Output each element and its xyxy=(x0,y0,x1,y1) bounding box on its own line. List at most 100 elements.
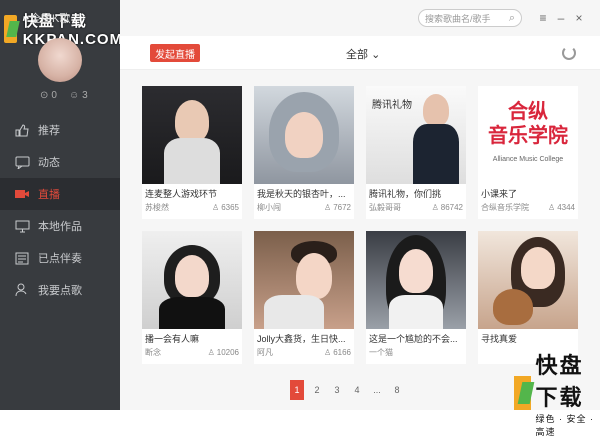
page-button[interactable]: 1 xyxy=(290,380,304,400)
refresh-icon[interactable] xyxy=(562,46,576,60)
start-live-button[interactable]: 发起直播 xyxy=(150,44,200,62)
sidebar-item-request[interactable]: 我要点歌 xyxy=(0,274,120,306)
stat-item: ☺ 3 xyxy=(69,90,88,101)
monitor-icon xyxy=(14,219,30,233)
menu-button[interactable]: ≡ xyxy=(534,11,552,25)
sidebar-nav: 推荐 动态 直播 本地作品 已点伴奏 我要点歌 xyxy=(0,114,120,306)
filter-dropdown[interactable]: 全部 ⌄ xyxy=(346,46,380,62)
search-input[interactable]: 搜索歌曲名/歌手 ⌕ xyxy=(418,9,522,27)
card-title: 我是秋天的银杏叶，... xyxy=(257,189,346,199)
viewers-icon: ♙ xyxy=(207,348,215,357)
sidebar-item-local[interactable]: 本地作品 xyxy=(0,210,120,242)
thumb-logo-subtext: Alliance Music College xyxy=(492,156,564,163)
card-user: 阿凡 xyxy=(257,348,273,357)
kkpan-logo-icon xyxy=(4,15,17,43)
card-title: 播一会有人嘛 xyxy=(145,334,200,344)
video-icon xyxy=(14,187,30,201)
live-thumbnail[interactable]: 腾讯礼物 xyxy=(366,86,466,184)
live-thumbnail[interactable] xyxy=(366,231,466,329)
live-card[interactable]: 连麦整人游戏环节 苏梭然 ♙ 6365 xyxy=(142,86,242,219)
viewer-count: 6365 xyxy=(221,203,239,212)
page-button[interactable]: 8 xyxy=(390,380,404,400)
sidebar-item-label: 动态 xyxy=(38,157,60,169)
page-button[interactable]: 3 xyxy=(330,380,344,400)
search-placeholder: 搜索歌曲名/歌手 xyxy=(425,13,491,24)
sidebar-item-ordered[interactable]: 已点伴奏 xyxy=(0,242,120,274)
sidebar-item-label: 推荐 xyxy=(38,125,60,137)
viewers-icon: ♙ xyxy=(324,203,332,212)
live-thumbnail[interactable] xyxy=(254,86,354,184)
stat-value: 3 xyxy=(82,90,88,101)
live-thumbnail[interactable] xyxy=(142,86,242,184)
live-card[interactable]: 腾讯礼物 腾讯礼物，你们挑 弘毅哥哥 ♙ 86742 xyxy=(366,86,466,219)
search-icon[interactable]: ⌕ xyxy=(509,12,515,25)
card-title: 这是一个尴尬的不会... xyxy=(369,334,458,344)
app-window: 快盘下载 KKPAN.COM ⊙ 0 ☺ 3 推荐 动态 直播 本地作品 已点伴… xyxy=(0,0,600,437)
viewer-count: 7672 xyxy=(333,203,351,212)
content-toolbar: 发起直播 全部 ⌄ xyxy=(120,36,600,70)
watermark-bottom: 快盘下载 绿色 · 安全 · 高速 xyxy=(514,348,600,438)
live-room-grid: 连麦整人游戏环节 苏梭然 ♙ 6365 我是秋天的银杏叶，... 柳小闯 ♙ 7672 … xyxy=(142,86,582,364)
profile-stats: ⊙ 0 ☺ 3 xyxy=(40,90,88,101)
live-card[interactable]: 合纵 音乐学院 Alliance Music College 小课来了 合纵音乐… xyxy=(478,86,578,219)
fans-icon: ☺ xyxy=(68,90,80,101)
filter-label: 全部 xyxy=(346,49,368,61)
sidebar-item-label: 直播 xyxy=(38,189,60,201)
sidebar-item-recommend[interactable]: 推荐 xyxy=(0,114,120,146)
title-bar: 搜索歌曲名/歌手 ⌕ ≡ – × xyxy=(120,0,600,36)
card-user: 一个猫 xyxy=(369,348,393,357)
stat-item: ⊙ 0 xyxy=(40,90,57,101)
list-icon xyxy=(14,251,30,265)
viewers-icon: ♙ xyxy=(548,203,556,212)
person-icon xyxy=(14,283,30,297)
thumb-logo-text: 合纵 音乐学院 xyxy=(488,101,568,147)
live-thumbnail[interactable] xyxy=(478,231,578,329)
thumbs-up-icon xyxy=(14,123,30,137)
pagination: 1 2 3 4 ... 8 xyxy=(290,380,404,400)
viewers-icon: ♙ xyxy=(324,348,332,357)
card-user: 弘毅哥哥 xyxy=(369,203,401,212)
live-thumbnail[interactable] xyxy=(254,231,354,329)
viewer-count: 4344 xyxy=(557,203,575,212)
live-card[interactable]: 我是秋天的银杏叶，... 柳小闯 ♙ 7672 xyxy=(254,86,354,219)
live-thumbnail[interactable]: 合纵 音乐学院 Alliance Music College xyxy=(478,86,578,184)
card-user: 合纵音乐学院 xyxy=(481,203,529,212)
app-name: 全民K歌 xyxy=(30,13,71,25)
stat-value: 0 xyxy=(51,90,57,101)
card-user: 断念 xyxy=(145,348,161,357)
page-button[interactable]: 2 xyxy=(310,380,324,400)
sidebar: 快盘下载 KKPAN.COM ⊙ 0 ☺ 3 推荐 动态 直播 本地作品 已点伴… xyxy=(0,0,122,410)
main-panel: 搜索歌曲名/歌手 ⌕ ≡ – × 发起直播 全部 ⌄ 连麦整人游戏环节 苏梭然 xyxy=(120,0,600,437)
card-user: 苏梭然 xyxy=(145,203,169,212)
viewer-count: 86742 xyxy=(440,203,463,212)
page-ellipsis: ... xyxy=(373,385,381,395)
close-button[interactable]: × xyxy=(570,11,588,25)
avatar[interactable] xyxy=(38,38,82,82)
watermark-bottom-title: 快盘下载 xyxy=(535,348,600,412)
live-card[interactable]: Jolly大鑫货，生日快... 阿凡 ♙ 6166 xyxy=(254,231,354,364)
sidebar-item-live[interactable]: 直播 xyxy=(0,178,120,210)
live-thumbnail[interactable] xyxy=(142,231,242,329)
watermark-logo-char: 快 xyxy=(535,353,560,378)
watermark-slogan: 绿色 · 安全 · 高速 xyxy=(535,414,594,437)
sidebar-item-label: 我要点歌 xyxy=(38,285,82,297)
viewers-icon: ♙ xyxy=(212,203,220,212)
sidebar-item-label: 本地作品 xyxy=(38,221,82,233)
viewer-count: 10206 xyxy=(216,348,239,357)
chevron-down-icon: ⌄ xyxy=(371,49,381,61)
live-card[interactable]: 播一会有人嘛 断念 ♙ 10206 xyxy=(142,231,242,364)
live-card[interactable]: 寻找真爱 xyxy=(478,231,578,364)
circle-icon: ⊙ xyxy=(40,90,49,101)
live-card[interactable]: 这是一个尴尬的不会... 一个猫 xyxy=(366,231,466,364)
kkpan-logo-icon xyxy=(514,376,532,410)
page-button[interactable]: 4 xyxy=(350,380,364,400)
minimize-button[interactable]: – xyxy=(552,11,570,25)
sidebar-item-label: 已点伴奏 xyxy=(38,253,82,265)
chat-icon xyxy=(14,155,30,169)
viewer-count: 6166 xyxy=(333,348,351,357)
card-title: 连麦整人游戏环节 xyxy=(145,189,218,199)
viewers-icon: ♙ xyxy=(431,203,439,212)
card-title: 腾讯礼物，你们挑 xyxy=(369,189,442,199)
thumb-caption: 腾讯礼物 xyxy=(372,100,412,111)
sidebar-item-feed[interactable]: 动态 xyxy=(0,146,120,178)
